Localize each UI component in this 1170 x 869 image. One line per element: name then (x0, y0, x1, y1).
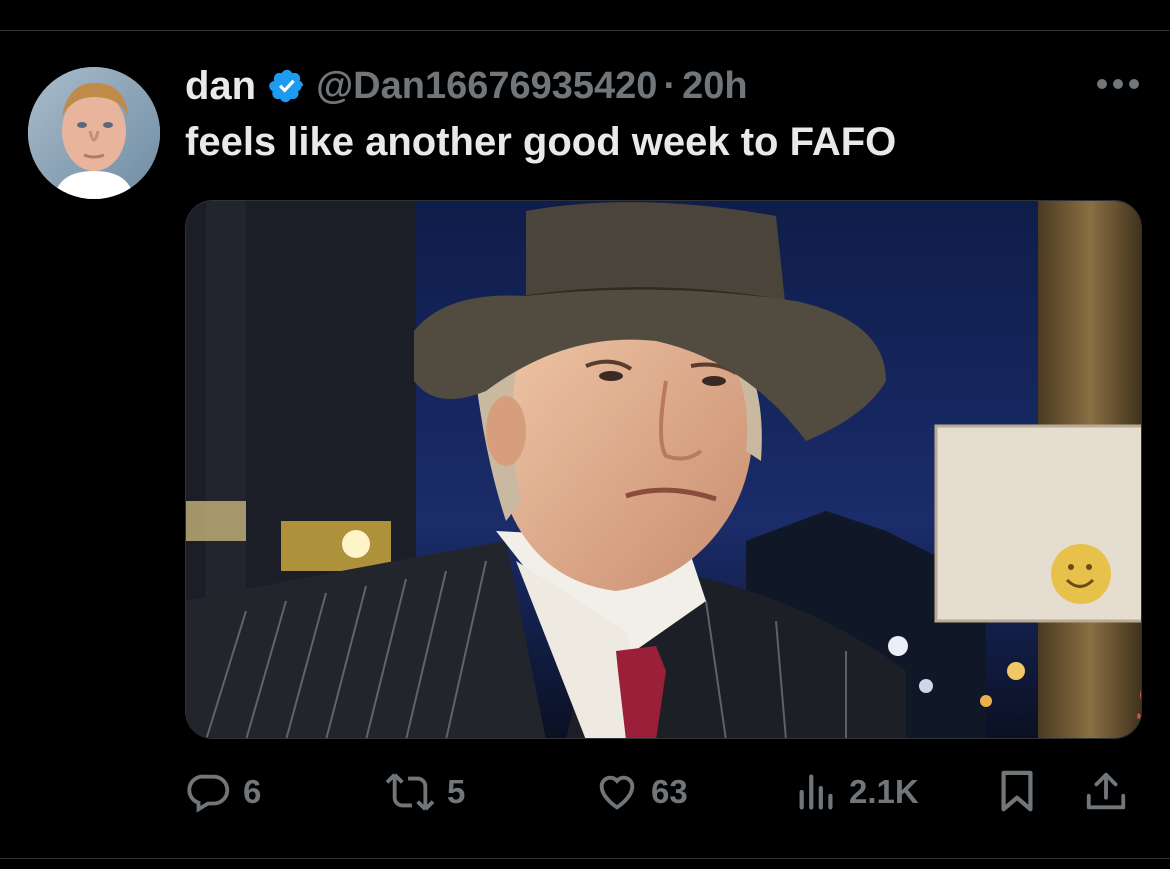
avatar[interactable] (28, 67, 160, 199)
heart-icon (593, 769, 641, 815)
bookmark-icon (997, 769, 1037, 815)
separator-dot: · (663, 64, 677, 107)
tweet-header: dan @Dan16676935420 · 20h (185, 60, 748, 112)
media-image (186, 201, 1141, 738)
display-name[interactable]: dan (185, 64, 256, 109)
timestamp[interactable]: 20h (682, 65, 747, 108)
views-count: 2.1K (849, 773, 919, 810)
share-icon (1083, 769, 1129, 815)
repost-button[interactable]: 5 (383, 765, 465, 819)
reply-count: 6 (243, 773, 262, 810)
bottom-divider (0, 858, 1170, 859)
like-button[interactable]: 63 (593, 765, 688, 819)
repost-count: 5 (447, 773, 466, 810)
tweet-media[interactable]: $GME (185, 200, 1142, 739)
like-count: 63 (651, 773, 688, 810)
repost-icon (383, 769, 437, 815)
views-button[interactable]: 2.1K (795, 765, 919, 819)
views-icon (795, 769, 839, 815)
verified-badge-icon[interactable] (268, 67, 306, 105)
share-button[interactable] (1083, 765, 1129, 819)
avatar-image (28, 67, 160, 199)
user-handle[interactable]: @Dan16676935420 (316, 65, 657, 108)
tweet-text: feels like another good week to FAFO (185, 120, 897, 164)
top-divider (0, 30, 1170, 31)
more-icon[interactable] (1094, 66, 1142, 102)
action-bar: 6 5 63 2.1K (185, 765, 1142, 819)
reply-button[interactable]: 6 (187, 765, 261, 819)
bookmark-button[interactable] (997, 765, 1037, 819)
reply-icon (187, 769, 233, 815)
